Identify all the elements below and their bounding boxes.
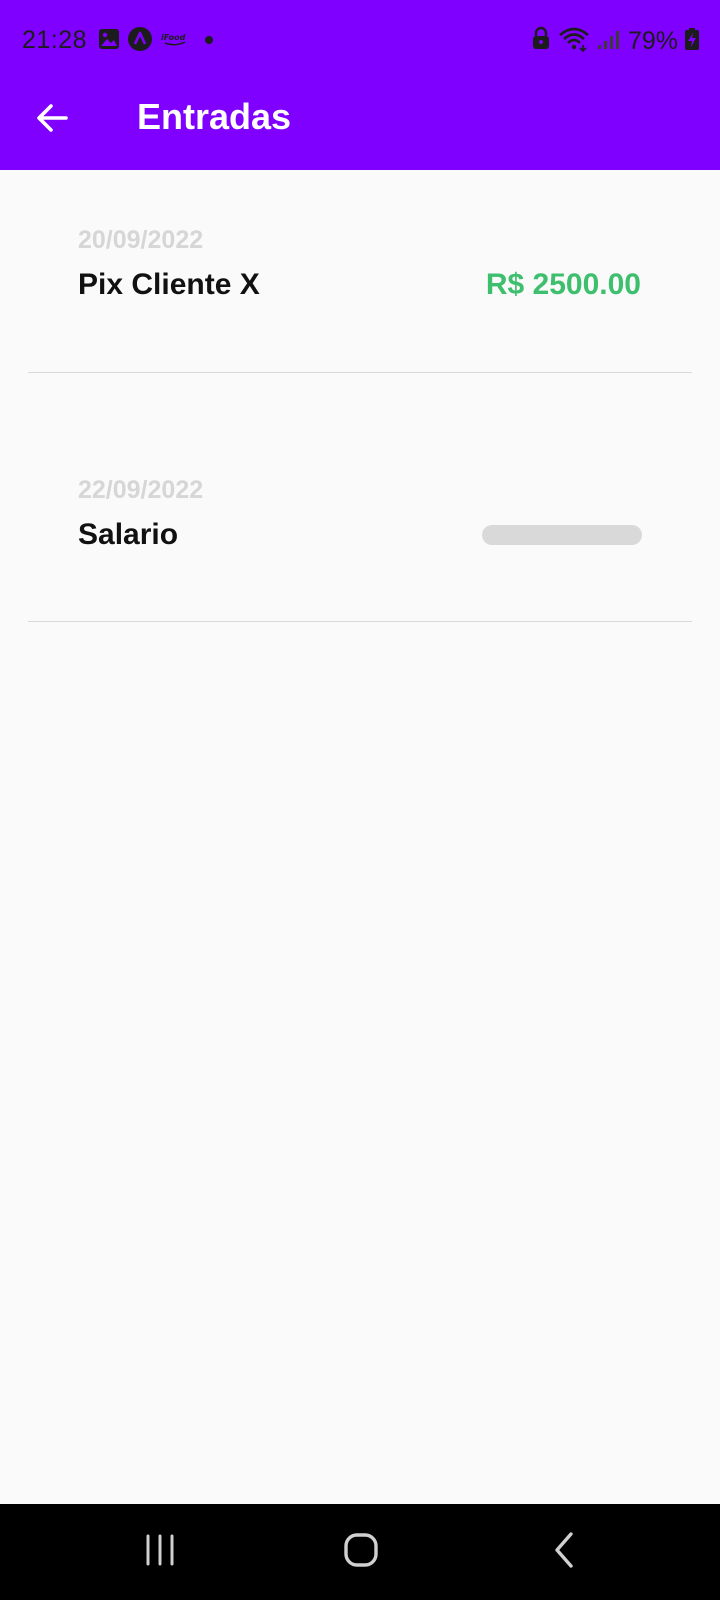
svg-text:iFood: iFood xyxy=(161,33,186,42)
wifi-icon xyxy=(558,26,590,57)
status-left-icons: iFood xyxy=(97,26,217,57)
app-screen: 21:28 iFood 79% Entradas 20/09/2022 Pix … xyxy=(0,0,720,1600)
status-time: 21:28 xyxy=(22,26,88,54)
ifood-icon: iFood xyxy=(159,29,191,54)
recent-apps-icon xyxy=(142,1532,178,1573)
home-icon xyxy=(341,1530,381,1575)
amount-loading-placeholder xyxy=(482,525,642,545)
gallery-icon xyxy=(97,27,121,56)
arrow-left-icon xyxy=(34,100,70,141)
divider xyxy=(28,621,692,622)
entry-date: 22/09/2022 xyxy=(78,476,204,504)
divider xyxy=(28,372,692,373)
entry-name: Pix Cliente X xyxy=(78,268,260,301)
entry-date: 20/09/2022 xyxy=(78,226,204,254)
lock-icon xyxy=(530,26,552,57)
list-item[interactable]: 20/09/2022 Pix Cliente X R$ 2500.00 xyxy=(0,170,720,420)
battery-percent: 79% xyxy=(627,26,678,55)
entry-name: Salario xyxy=(78,518,179,551)
system-nav-bar xyxy=(0,1504,720,1600)
page-title: Entradas xyxy=(137,96,292,137)
recent-apps-button[interactable] xyxy=(125,1524,195,1580)
back-button[interactable] xyxy=(24,92,80,148)
status-bar: 21:28 iFood 79% xyxy=(0,0,720,84)
back-icon xyxy=(549,1530,579,1575)
battery-charging-icon xyxy=(684,27,700,56)
home-button[interactable] xyxy=(326,1524,396,1580)
status-right-icons: 79% xyxy=(530,26,700,56)
top-bar: 21:28 iFood 79% Entradas xyxy=(0,0,720,170)
entry-amount: R$ 2500.00 xyxy=(485,268,641,301)
nav-back-button[interactable] xyxy=(529,1524,599,1580)
notification-dot-icon xyxy=(197,29,217,54)
app-a-icon xyxy=(127,26,153,57)
list-item[interactable]: 22/09/2022 Salario xyxy=(0,420,720,670)
app-bar: Entradas xyxy=(0,84,720,170)
signal-icon xyxy=(596,27,622,56)
